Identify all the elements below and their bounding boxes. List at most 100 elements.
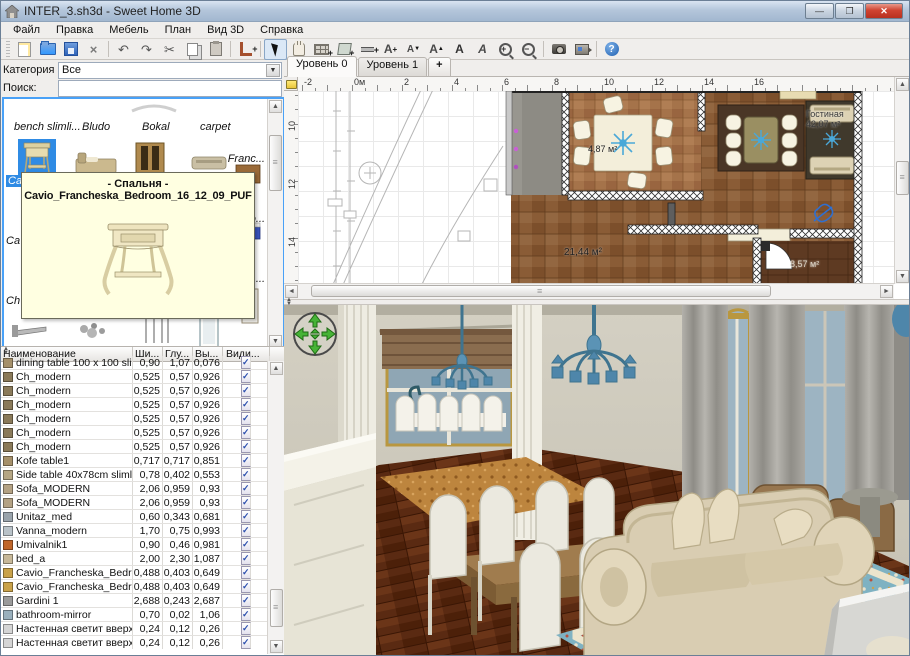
catalog-item-label[interactable]: Bokal	[142, 121, 170, 133]
visible-checkbox[interactable]: ✓	[241, 468, 251, 481]
furniture-row[interactable]: Sofa_MODERN2,060,9590,93✓	[1, 496, 284, 510]
catalog-item-label-partial[interactable]: Ca	[6, 235, 20, 247]
select-button[interactable]	[264, 39, 287, 60]
visible-checkbox[interactable]: ✓	[241, 510, 251, 523]
tab-level-1[interactable]: Уровень 1	[358, 57, 428, 76]
search-input[interactable]	[58, 80, 282, 97]
catalog-scroll-thumb[interactable]	[269, 135, 282, 191]
visible-checkbox[interactable]: ✓	[241, 356, 251, 369]
catalog-item-label[interactable]: bench slimli...	[14, 121, 81, 133]
catalog-scrollbar[interactable]: ▲ ▼	[267, 99, 283, 349]
visible-checkbox[interactable]: ✓	[241, 552, 251, 565]
preferences-button[interactable]: ×	[82, 39, 105, 60]
furniture-row[interactable]: Gardini 12,6880,2432,687✓	[1, 594, 284, 608]
scroll-up-icon[interactable]: ▲	[270, 362, 283, 375]
title-bar[interactable]: INTER_3.sh3d - Sweet Home 3D — ❐ ✕	[1, 1, 909, 22]
visible-checkbox[interactable]: ✓	[241, 636, 251, 649]
visible-checkbox[interactable]: ✓	[241, 538, 251, 551]
furniture-row[interactable]: Ch_modern0,5250,570,926✓	[1, 440, 284, 454]
catalog-item-label[interactable]: Bludo	[82, 121, 110, 133]
visible-checkbox[interactable]: ✓	[241, 594, 251, 607]
menu-справка[interactable]: Справка	[252, 23, 311, 37]
undo-button[interactable]: ↶	[112, 39, 135, 60]
paste-button[interactable]	[204, 39, 227, 60]
catalog-item-label-partial[interactable]: Ch	[6, 295, 20, 307]
category-combobox[interactable]: Все ▼	[58, 62, 282, 79]
furniture-row[interactable]: Ch_modern0,5250,570,926✓	[1, 370, 284, 384]
cut-button[interactable]: ✂	[158, 39, 181, 60]
visible-checkbox[interactable]: ✓	[241, 412, 251, 425]
bold-button[interactable]: A	[448, 39, 471, 60]
plan-hscroll-thumb[interactable]	[311, 285, 771, 297]
scroll-right-icon[interactable]: ►	[880, 285, 893, 298]
menu-план[interactable]: План	[157, 23, 200, 37]
furniture-row[interactable]: bathroom-mirror0,700,021,06✓	[1, 608, 284, 622]
new-home-button[interactable]	[13, 39, 36, 60]
visible-checkbox[interactable]: ✓	[241, 608, 251, 621]
furniture-row[interactable]: Cavio_Francheska_Bedroo...0,4880,4030,64…	[1, 566, 284, 580]
visible-checkbox[interactable]: ✓	[241, 370, 251, 383]
lock-icon[interactable]	[286, 80, 297, 89]
plan-horizontal-scrollbar[interactable]: ◄ ►	[284, 283, 894, 299]
furniture-row[interactable]: Ch_modern0,5250,570,926✓	[1, 412, 284, 426]
add-furniture-button[interactable]	[234, 39, 257, 60]
furniture-list-scrollbar[interactable]: ▲ ▼	[267, 361, 284, 654]
visible-checkbox[interactable]: ✓	[241, 580, 251, 593]
menu-вид-3d[interactable]: Вид 3D	[199, 23, 252, 37]
visible-checkbox[interactable]: ✓	[241, 482, 251, 495]
furniture-row[interactable]: dining table 100 x 100 slim...0,901,070,…	[1, 356, 284, 370]
view-3d[interactable]	[284, 305, 910, 656]
plan-canvas[interactable]: 4,87 м² Гостиная 42,07 м² 21,44 м² 8,57 …	[298, 91, 894, 284]
furniture-row[interactable]: Unitaz_med0,600,3430,681✓	[1, 510, 284, 524]
visible-checkbox[interactable]: ✓	[241, 384, 251, 397]
help-button[interactable]: ?	[600, 39, 623, 60]
visible-checkbox[interactable]: ✓	[241, 454, 251, 467]
visible-checkbox[interactable]: ✓	[241, 426, 251, 439]
add-level-button[interactable]: +	[428, 57, 450, 76]
zoom-in-button[interactable]: +	[494, 39, 517, 60]
furniture-row[interactable]: Настенная светит вверх0,240,120,26✓	[1, 622, 284, 636]
close-button[interactable]: ✕	[865, 3, 903, 19]
visible-checkbox[interactable]: ✓	[241, 440, 251, 453]
scroll-down-icon[interactable]: ▼	[270, 640, 283, 653]
plan-view[interactable]: -20м246810121416 101214	[284, 77, 910, 299]
visible-checkbox[interactable]: ✓	[241, 496, 251, 509]
open-button[interactable]	[36, 39, 59, 60]
furniture-row[interactable]: Side table 40x78cm slimline0,780,4020,55…	[1, 468, 284, 482]
save-button[interactable]	[59, 39, 82, 60]
restore-button[interactable]: ❐	[835, 3, 864, 19]
furniture-row[interactable]: bed_a2,002,301,087✓	[1, 552, 284, 566]
scroll-up-icon[interactable]: ▲	[269, 100, 282, 113]
tab-level-0[interactable]: Уровень 0	[287, 56, 357, 77]
menu-мебель[interactable]: Мебель	[101, 23, 156, 37]
visible-checkbox[interactable]: ✓	[241, 622, 251, 635]
furniture-row[interactable]: Sofa_MODERN2,060,9590,93✓	[1, 482, 284, 496]
furniture-row[interactable]: Kofe table10,7170,7170,851✓	[1, 454, 284, 468]
visible-checkbox[interactable]: ✓	[241, 566, 251, 579]
catalog-item-label-partial[interactable]: Franc...	[228, 153, 265, 165]
menu-файл[interactable]: Файл	[5, 23, 48, 37]
minimize-button[interactable]: —	[805, 3, 834, 19]
create-photo-button[interactable]	[547, 39, 570, 60]
furniture-row[interactable]: Настенная светит вверх0,240,120,26✓	[1, 636, 284, 649]
visible-checkbox[interactable]: ✓	[241, 398, 251, 411]
italic-button[interactable]: A	[471, 39, 494, 60]
create-video-button[interactable]	[570, 39, 593, 60]
furniture-row[interactable]: Ch_modern0,5250,570,926✓	[1, 384, 284, 398]
menu-правка[interactable]: Правка	[48, 23, 101, 37]
copy-button[interactable]	[181, 39, 204, 60]
furniture-row[interactable]: Vanna_modern1,700,750,993✓	[1, 524, 284, 538]
furniture-row[interactable]: Ch_modern0,5250,570,926✓	[1, 426, 284, 440]
toolbar-grip[interactable]	[6, 41, 10, 57]
furniture-catalog[interactable]: bench slimli... Bludo Bokal carpet Ca Ca…	[2, 97, 285, 351]
scroll-up-icon[interactable]: ▲	[896, 78, 909, 91]
scroll-down-icon[interactable]: ▼	[896, 270, 909, 283]
furniture-row[interactable]: Ch_modern0,5250,570,926✓	[1, 398, 284, 412]
furniture-row[interactable]: Cavio_Francheska_Bedroo...0,4880,4030,64…	[1, 580, 284, 594]
redo-button[interactable]: ↷	[135, 39, 158, 60]
furniture-row[interactable]: Umivalnik10,900,460,981✓	[1, 538, 284, 552]
zoom-out-button[interactable]: −	[517, 39, 540, 60]
furniture-scroll-thumb[interactable]	[270, 589, 283, 627]
3d-navigation-compass[interactable]	[292, 311, 338, 357]
chevron-down-icon[interactable]: ▼	[266, 64, 280, 77]
